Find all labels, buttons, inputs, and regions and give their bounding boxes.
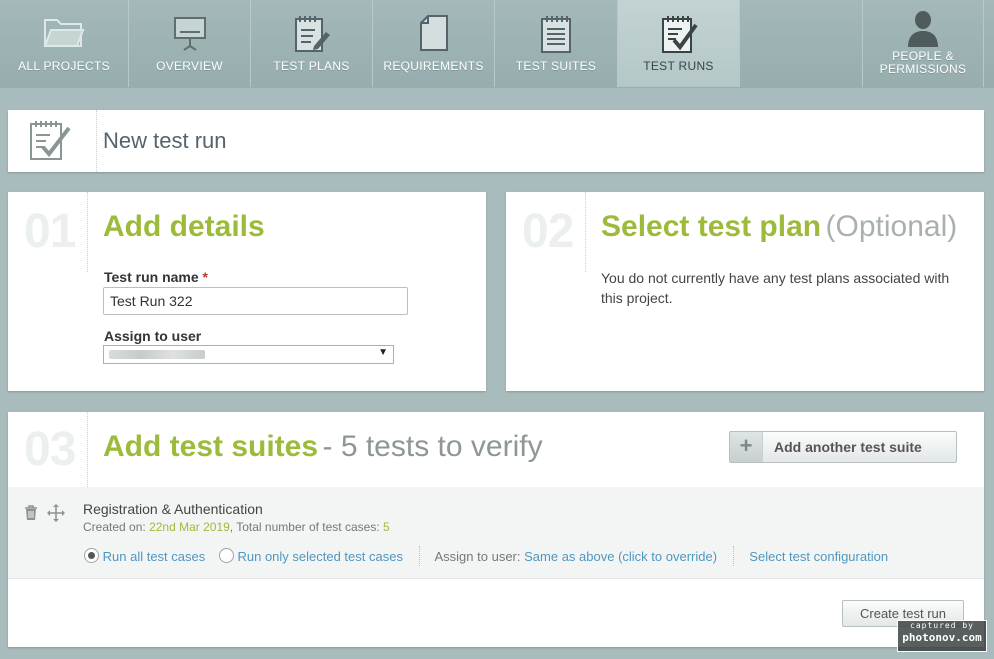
radio-button[interactable] — [84, 548, 99, 563]
move-icon[interactable] — [47, 504, 65, 522]
step-test-plan-card: 02 Select test plan (Optional) You do no… — [506, 192, 984, 391]
assign-user-select[interactable]: ▼ — [103, 345, 394, 364]
notepad-pencil-icon — [294, 16, 330, 52]
tab-label: PEOPLE & PERMISSIONS — [879, 49, 967, 76]
divider — [732, 546, 734, 566]
tab-label: REQUIREMENTS — [383, 59, 484, 73]
created-label: Created on: — [83, 520, 146, 534]
suite-options: Run all test cases Run only selected tes… — [84, 546, 888, 566]
required-mark: * — [202, 269, 208, 285]
tab-test-plans[interactable]: TEST PLANS — [251, 0, 373, 87]
step-heading: Add test suites — [103, 430, 319, 463]
button-label: Add another test suite — [774, 439, 922, 455]
step-heading: Add details — [103, 210, 265, 243]
total-label: , Total number of test cases: — [229, 520, 380, 534]
tab-label: TEST RUNS — [643, 59, 714, 73]
label-text: Test run name — [104, 269, 199, 285]
tab-overview[interactable]: OVERVIEW — [129, 0, 251, 87]
suite-name: Registration & Authentication — [83, 501, 263, 517]
plus-icon: + — [730, 432, 763, 462]
test-suite-row: Registration & Authentication Created on… — [8, 487, 984, 579]
checklist-icon — [661, 16, 698, 53]
watermark-line1: captured by — [910, 621, 974, 630]
radio-run-selected[interactable]: Run only selected test cases — [218, 548, 403, 564]
field-label-assign-user: Assign to user — [104, 328, 202, 344]
step-number: 01 — [24, 205, 76, 258]
run-all-label[interactable]: Run all test cases — [103, 549, 206, 564]
step-number: 03 — [24, 423, 76, 476]
test-run-name-input[interactable] — [103, 287, 408, 315]
step-heading-row: Select test plan (Optional) — [601, 210, 957, 244]
step-heading-row: Add test suites - 5 tests to verify — [103, 430, 543, 464]
tab-requirements[interactable]: REQUIREMENTS — [373, 0, 495, 87]
tab-label: TEST SUITES — [515, 59, 597, 73]
run-selected-label[interactable]: Run only selected test cases — [237, 549, 402, 564]
checklist-icon — [30, 121, 71, 160]
folder-icon — [43, 19, 85, 47]
add-test-suite-button[interactable]: + Add another test suite — [729, 431, 957, 463]
divider — [585, 192, 586, 272]
divider — [87, 412, 88, 487]
document-icon — [419, 15, 448, 51]
suite-meta: Created on: 22nd Mar 2019, Total number … — [83, 520, 390, 534]
trash-icon[interactable] — [24, 505, 38, 521]
chevron-down-icon: ▼ — [378, 347, 388, 358]
step-details-card: 01 Add details Test run name * Assign to… — [8, 192, 486, 391]
tab-label: TEST PLANS — [273, 59, 350, 73]
radio-run-all[interactable]: Run all test cases — [84, 548, 206, 564]
tests-to-verify-label: - 5 tests to verify — [322, 430, 543, 463]
list-notepad-icon — [541, 16, 571, 53]
redacted-user-value — [109, 350, 205, 359]
tab-test-suites[interactable]: TEST SUITES — [495, 0, 618, 87]
tab-all-projects[interactable]: ALL PROJECTS — [0, 0, 129, 87]
page-icon-box — [8, 110, 97, 172]
watermark-line2: photonov.com — [902, 631, 982, 644]
assign-user-label: Assign to user: — [434, 549, 521, 564]
radio-button[interactable] — [218, 548, 234, 563]
created-date: 22nd Mar 2019 — [149, 520, 230, 534]
assign-user-override-link[interactable]: Same as above (click to override) — [524, 549, 717, 564]
person-icon — [908, 11, 938, 47]
step-heading: Select test plan — [601, 210, 822, 243]
watermark: captured by photonov.com — [897, 620, 987, 652]
top-navigation: ALL PROJECTS OVERVIEW TEST PLANS REQUIRE… — [0, 0, 994, 88]
tab-label: ALL PROJECTS — [18, 59, 110, 73]
page-title: New test run — [103, 128, 227, 153]
page-header: New test run — [8, 110, 984, 172]
tab-label: OVERVIEW — [156, 59, 223, 73]
divider — [418, 546, 420, 566]
no-test-plans-message: You do not currently have any test plans… — [601, 270, 950, 306]
select-test-configuration-link[interactable]: Select test configuration — [749, 549, 888, 564]
tab-people-permissions[interactable]: PEOPLE & PERMISSIONS — [862, 0, 984, 87]
field-label-run-name: Test run name * — [104, 269, 208, 285]
divider — [87, 192, 88, 272]
presentation-icon — [173, 17, 206, 51]
total-count: 5 — [383, 520, 390, 534]
step-number: 02 — [522, 205, 574, 258]
tab-test-runs[interactable]: TEST RUNS — [618, 0, 740, 87]
optional-label: (Optional) — [825, 210, 958, 243]
